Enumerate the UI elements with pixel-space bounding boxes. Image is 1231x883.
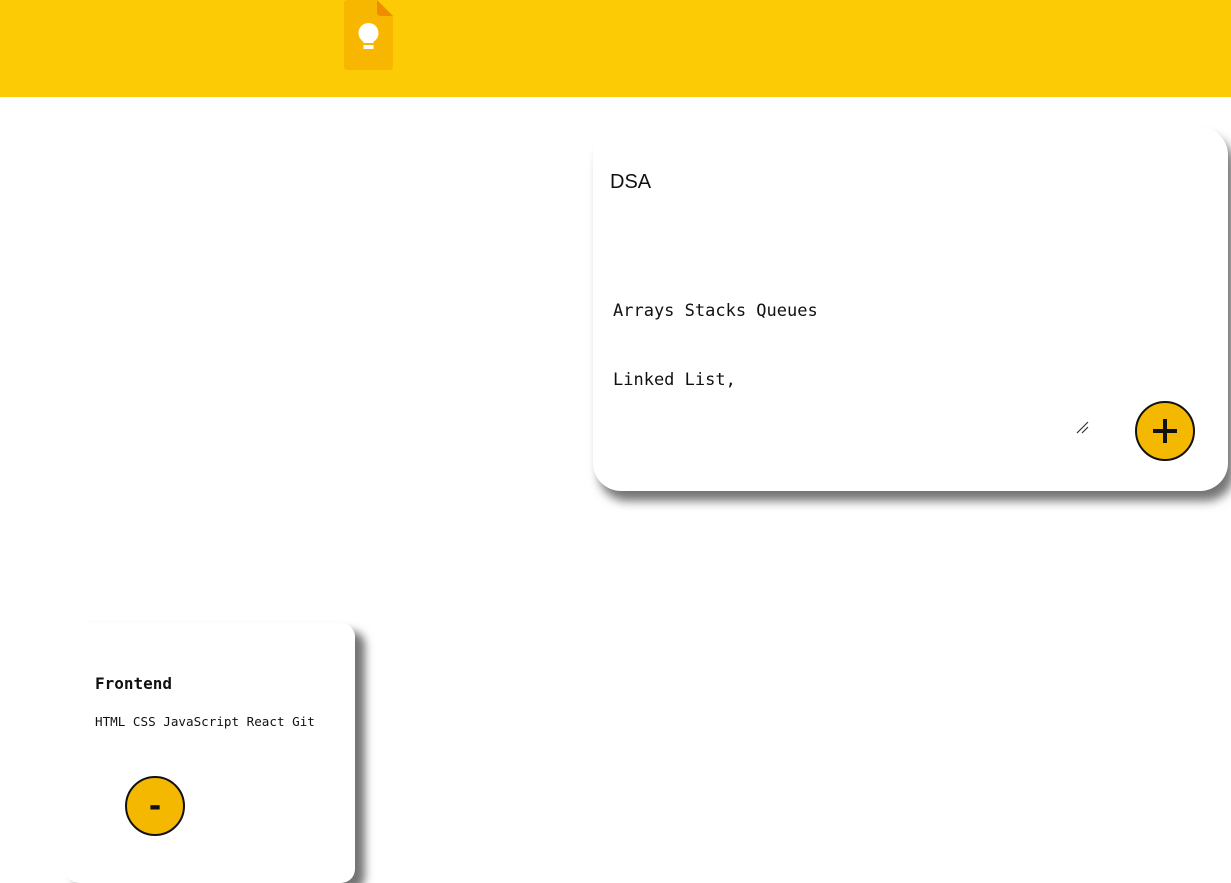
delete-note-button[interactable]: - <box>125 776 185 836</box>
create-note-card: Arrays Stacks Queues Linked List, <box>593 127 1228 491</box>
add-note-button[interactable] <box>1135 401 1195 461</box>
content-line: Arrays Stacks Queues <box>613 301 818 321</box>
note-title-input[interactable] <box>610 167 1170 197</box>
note-card: Frontend HTML CSS JavaScript React Git - <box>65 623 355 883</box>
keep-lightbulb-icon <box>344 0 393 70</box>
textarea-resize-handle[interactable] <box>1075 420 1089 434</box>
plus-icon <box>1153 419 1177 443</box>
note-title: Frontend <box>95 674 173 693</box>
app-header <box>0 0 1231 97</box>
content-line: Linked List, <box>613 370 736 390</box>
note-content-textarea[interactable]: Arrays Stacks Queues Linked List, <box>613 254 1093 434</box>
note-content: HTML CSS JavaScript React Git <box>95 714 315 729</box>
